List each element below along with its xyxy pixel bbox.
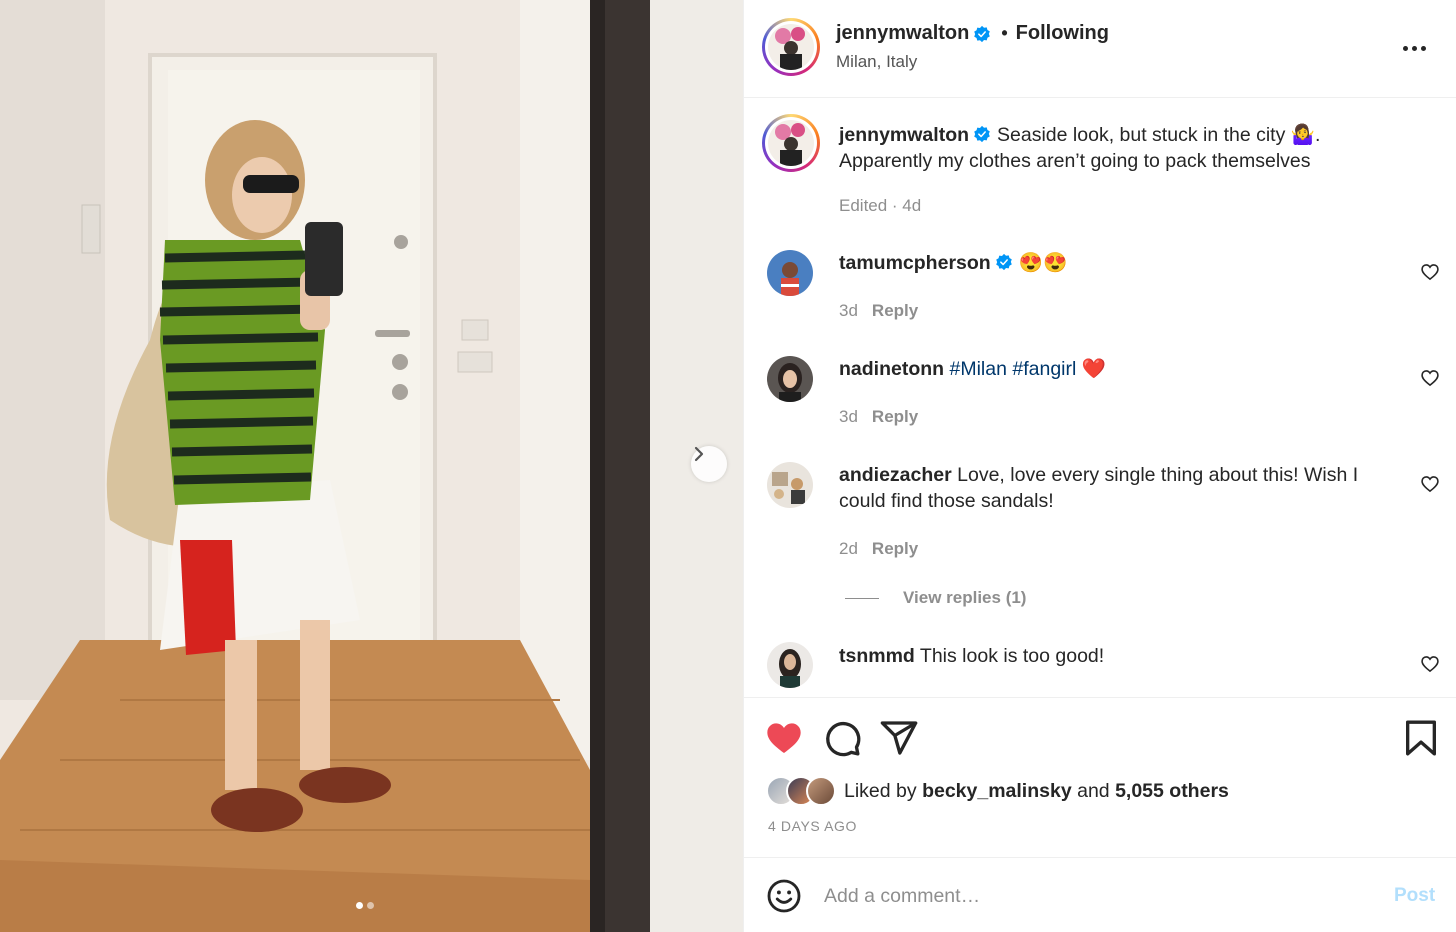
comment-input[interactable] bbox=[824, 880, 1364, 912]
post-media[interactable] bbox=[0, 0, 743, 932]
comment-icon[interactable] bbox=[822, 718, 862, 758]
liker-avatars[interactable] bbox=[766, 776, 836, 806]
hashtag-link[interactable]: #fangirl bbox=[1012, 358, 1076, 380]
reply-button[interactable]: Reply bbox=[872, 539, 918, 558]
commenter-avatar[interactable] bbox=[767, 250, 813, 296]
comment-emoji: ❤️ bbox=[1081, 358, 1107, 380]
comment-row: tamumcpherson 😍😍 bbox=[839, 250, 1399, 276]
post-time[interactable]: 4 DAYS AGO bbox=[768, 818, 857, 834]
caption-author-avatar[interactable] bbox=[762, 114, 820, 172]
heart-outline-icon[interactable] bbox=[1420, 262, 1440, 282]
likes-summary: Liked by becky_malinsky and 5,055 others bbox=[766, 776, 1229, 806]
bookmark-icon[interactable] bbox=[1401, 718, 1441, 758]
avatar-image bbox=[768, 120, 814, 166]
likes-prefix: Liked by bbox=[844, 779, 917, 802]
avatar-image bbox=[767, 356, 813, 402]
likes-count-link[interactable]: 5,055 others bbox=[1115, 780, 1229, 803]
liked-by-user[interactable]: becky_malinsky bbox=[922, 780, 1072, 803]
post-location[interactable]: Milan, Italy bbox=[836, 52, 917, 72]
comment-text: This look is too good! bbox=[919, 645, 1105, 667]
comment-meta: 2d Reply bbox=[839, 539, 918, 559]
avatar-image bbox=[767, 250, 813, 296]
comment-age: 3d bbox=[839, 301, 858, 320]
post-photo bbox=[0, 0, 743, 932]
more-options-icon[interactable] bbox=[1396, 36, 1432, 60]
reply-button[interactable]: Reply bbox=[872, 301, 918, 320]
comment-username[interactable]: tsnmmd bbox=[839, 645, 915, 667]
comment-row: andiezacher Love, love every single thin… bbox=[839, 462, 1399, 514]
view-replies-button[interactable]: View replies (1) bbox=[845, 588, 1026, 608]
comment-username[interactable]: andiezacher bbox=[839, 464, 952, 486]
commenter-avatar[interactable] bbox=[767, 642, 813, 688]
heart-outline-icon[interactable] bbox=[1420, 654, 1440, 674]
next-slide-button[interactable] bbox=[691, 446, 727, 482]
post-header: jennymwalton • Following Milan, Italy bbox=[744, 0, 1456, 98]
view-replies-label: View replies (1) bbox=[903, 588, 1027, 607]
avatar-image bbox=[767, 462, 813, 508]
post-details-panel: jennymwalton • Following Milan, Italy je… bbox=[743, 0, 1456, 932]
post-actions: Liked by becky_malinsky and 5,055 others… bbox=[744, 697, 1456, 857]
commenter-avatar[interactable] bbox=[767, 462, 813, 508]
comment-age: 3d bbox=[839, 407, 858, 426]
comment-username[interactable]: tamumcpherson bbox=[839, 252, 991, 274]
verified-badge-icon bbox=[974, 125, 990, 143]
heart-outline-icon[interactable] bbox=[1420, 368, 1440, 388]
likes-connector: and bbox=[1077, 779, 1110, 802]
comment-row: nadinetonn #Milan #fangirl ❤️ bbox=[839, 356, 1399, 382]
slide-indicator bbox=[356, 902, 374, 909]
author-avatar[interactable] bbox=[762, 18, 820, 76]
following-button[interactable]: Following bbox=[1016, 22, 1109, 45]
add-comment-bar: Post bbox=[744, 857, 1456, 932]
comment-meta: 3d Reply bbox=[839, 407, 918, 427]
reply-button[interactable]: Reply bbox=[872, 407, 918, 426]
comment-text: 😍😍 bbox=[1018, 252, 1068, 274]
heart-outline-icon[interactable] bbox=[1420, 474, 1440, 494]
post-caption: jennymwalton Seaside look, but stuck in … bbox=[839, 122, 1399, 174]
separator-dot: • bbox=[1001, 23, 1008, 43]
share-icon[interactable] bbox=[879, 718, 919, 758]
comment-age: 2d bbox=[839, 539, 858, 558]
comments-list[interactable]: jennymwalton Seaside look, but stuck in … bbox=[744, 98, 1456, 696]
heart-filled-icon[interactable] bbox=[764, 718, 804, 758]
slide-dot-active bbox=[356, 902, 363, 909]
comment-meta: 3d Reply bbox=[839, 301, 918, 321]
slide-dot bbox=[367, 902, 374, 909]
hashtag-link[interactable]: #Milan bbox=[950, 358, 1007, 380]
post-comment-button[interactable]: Post bbox=[1394, 885, 1435, 907]
verified-badge-icon bbox=[974, 25, 991, 42]
caption-meta: Edited · 4d bbox=[839, 196, 922, 215]
replies-divider bbox=[845, 597, 879, 599]
avatar-image bbox=[767, 642, 813, 688]
avatar-image bbox=[768, 24, 814, 70]
caption-username[interactable]: jennymwalton bbox=[839, 124, 969, 146]
comment-username[interactable]: nadinetonn bbox=[839, 358, 944, 380]
emoji-icon[interactable] bbox=[766, 878, 802, 914]
verified-badge-icon bbox=[995, 253, 1012, 271]
commenter-avatar[interactable] bbox=[767, 356, 813, 402]
author-username[interactable]: jennymwalton bbox=[836, 22, 969, 45]
chevron-right-icon bbox=[694, 446, 704, 462]
comment-row: tsnmmd This look is too good! bbox=[839, 643, 1399, 669]
